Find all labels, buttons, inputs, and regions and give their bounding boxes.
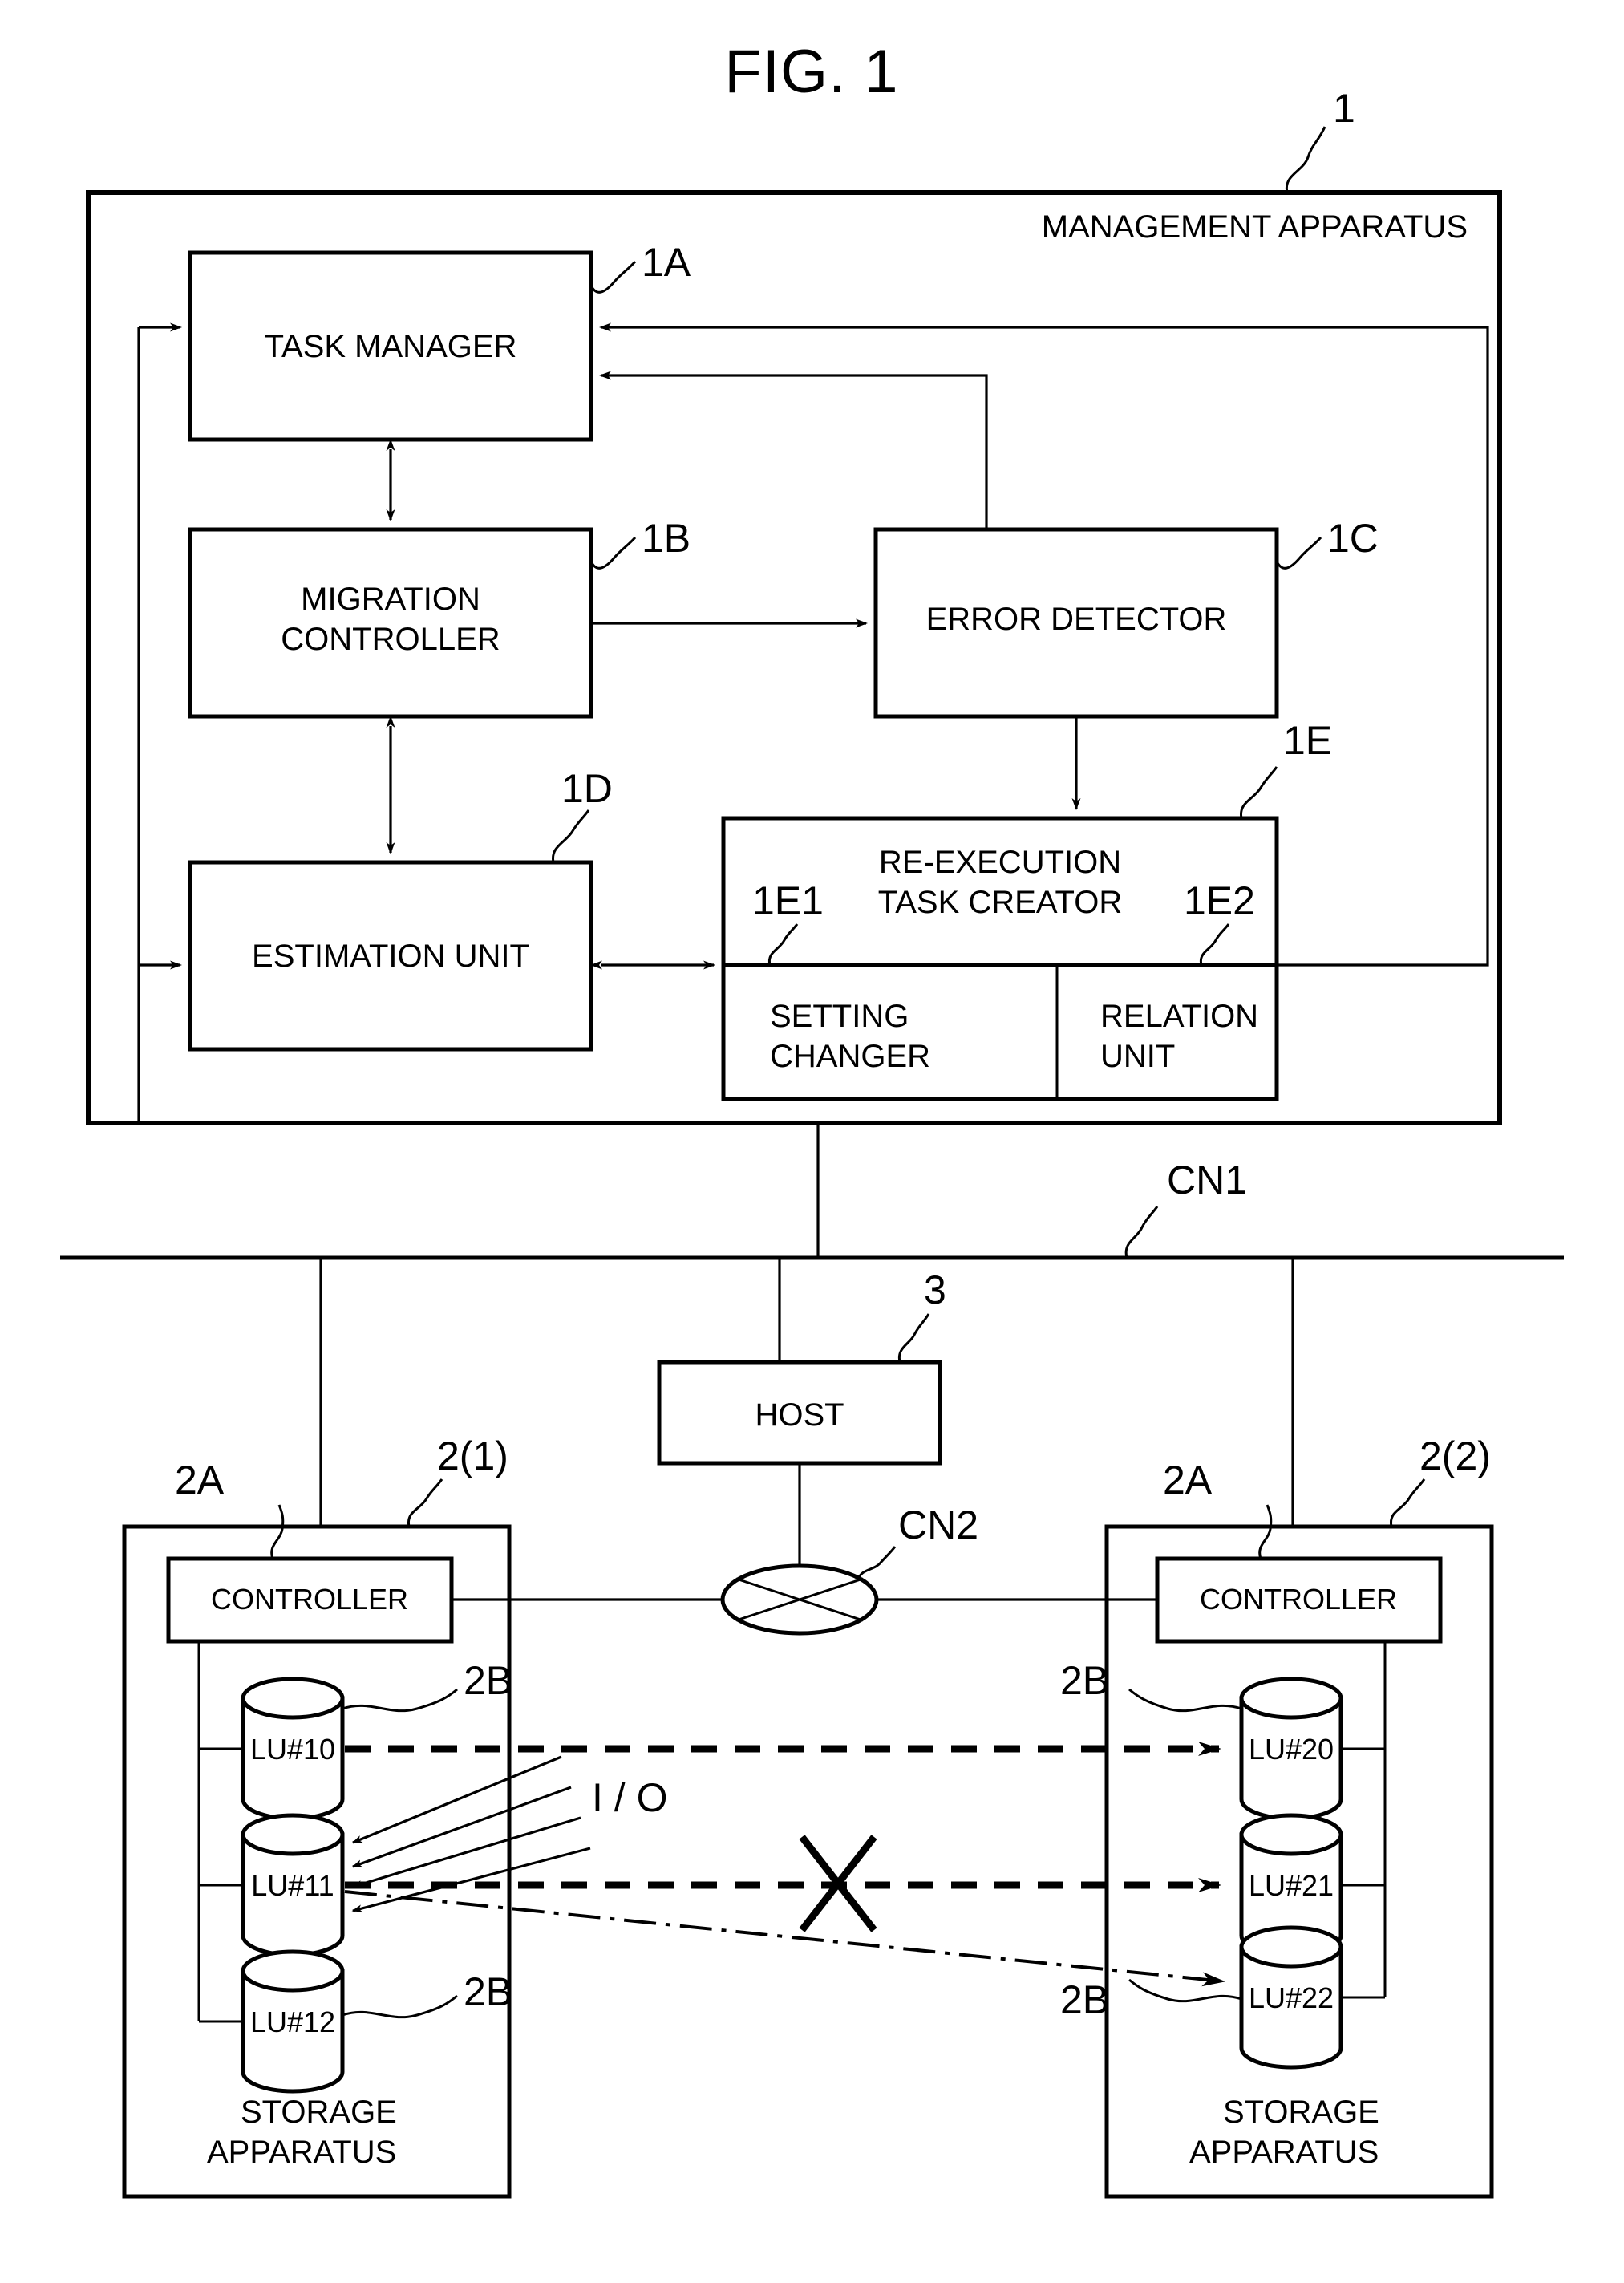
- figure-root: FIG. 1 MANAGEMENT APPARATUS 1 TASK MANAG…: [0, 0, 1624, 2283]
- left-ref-2B-top: 2B: [464, 1658, 512, 1703]
- left-ref-2B-bottom: 2B: [464, 1969, 512, 2014]
- left-lu-1: LU#11: [241, 1813, 345, 1957]
- ref-1E2: 1E2: [1184, 878, 1255, 923]
- estimation-unit-label: ESTIMATION UNIT: [252, 939, 529, 974]
- ref-1C: 1C: [1327, 516, 1379, 561]
- right-ref-2A: 2A: [1163, 1458, 1213, 1502]
- task-manager-label: TASK MANAGER: [265, 329, 517, 364]
- right-ref-2B-bottom-leader: [1128, 1978, 1242, 2003]
- ref-1E-leader: [1240, 766, 1278, 819]
- left-ref-2A-leader: [270, 1504, 285, 1559]
- left-lu-2-label: LU#12: [250, 2005, 335, 2038]
- right-lu-2: LU#22: [1239, 1925, 1343, 2070]
- ref-1B: 1B: [642, 516, 691, 561]
- left-lu-1-label: LU#11: [251, 1869, 334, 1902]
- ref-1C-leader: [1275, 536, 1322, 570]
- cn1-leader: [1124, 1206, 1159, 1259]
- ref-1-leader: [1285, 126, 1326, 193]
- right-lu-1-label: LU#21: [1249, 1869, 1334, 1902]
- left-ref-2A: 2A: [175, 1458, 225, 1502]
- ref-1E1: 1E1: [752, 878, 824, 923]
- right-controller-label: CONTROLLER: [1200, 1583, 1397, 1616]
- ref-1E2-leader: [1199, 923, 1230, 966]
- conn-errordetector-taskmanager: [599, 371, 988, 529]
- setting-changer-label-line1: SETTING: [770, 999, 909, 1034]
- cn2-leader: [857, 1546, 897, 1581]
- cn2-label: CN2: [898, 1502, 978, 1547]
- left-storage-apparatus-label-line1: STORAGE: [241, 2094, 397, 2130]
- left-ref-2B-top-leader: [342, 1688, 458, 1713]
- right-ref-2A-leader: [1258, 1504, 1273, 1559]
- ref-3-leader: [897, 1313, 930, 1363]
- left-lu-2: LU#12: [241, 1949, 345, 2094]
- right-lu-0: LU#20: [1239, 1677, 1343, 1821]
- ref-1E: 1E: [1283, 718, 1332, 763]
- right-storage-apparatus-label-line2: APPARATUS: [1189, 2135, 1379, 2170]
- host-label: HOST: [755, 1397, 844, 1433]
- ref-1E1-leader: [767, 923, 799, 966]
- right-lu-2-label: LU#22: [1249, 1981, 1334, 2014]
- setting-changer-label-line2: CHANGER: [770, 1039, 930, 1074]
- migration-controller-label-line1: MIGRATION: [301, 582, 480, 617]
- management-apparatus-label: MANAGEMENT APPARATUS: [1042, 209, 1468, 245]
- right-ref-2B-top: 2B: [1060, 1658, 1109, 1703]
- ref-1: 1: [1333, 86, 1355, 131]
- right-storage-apparatus-label-line1: STORAGE: [1223, 2094, 1379, 2130]
- ref-1D: 1D: [561, 766, 613, 811]
- ref-1D-leader: [552, 809, 590, 863]
- right-ref-2B-bottom: 2B: [1060, 1977, 1109, 2022]
- re-execution-task-creator-label-line2: TASK CREATOR: [878, 885, 1123, 920]
- relation-unit-label-line2: UNIT: [1100, 1039, 1175, 1074]
- ref-1A-leader: [589, 260, 637, 294]
- right-ref-2B-top-leader: [1128, 1688, 1242, 1713]
- ref-2-2: 2(2): [1419, 1433, 1491, 1478]
- right-lu-0-label: LU#20: [1249, 1733, 1334, 1766]
- ref-3: 3: [924, 1267, 946, 1312]
- left-lu-0-label: LU#10: [250, 1733, 335, 1766]
- migration-controller-label-line2: CONTROLLER: [281, 622, 500, 657]
- x-cross-failure-icon: [799, 1835, 877, 1932]
- migration-path-lu11-lu22-reexec: [344, 1890, 1225, 1987]
- left-ref-2B-bottom-leader: [342, 1994, 458, 2019]
- left-controller-label: CONTROLLER: [211, 1583, 408, 1616]
- left-lu-0: LU#10: [241, 1677, 345, 1821]
- figure-title: FIG. 1: [724, 38, 898, 106]
- ref-2-1-leader: [407, 1478, 443, 1527]
- patent-figure-canvas: FIG. 1 MANAGEMENT APPARATUS 1 TASK MANAG…: [60, 38, 1564, 2199]
- cn1-label: CN1: [1167, 1158, 1247, 1202]
- ref-2-2-leader: [1389, 1478, 1426, 1527]
- error-detector-label: ERROR DETECTOR: [926, 602, 1227, 637]
- re-execution-task-creator-label-line1: RE-EXECUTION: [879, 845, 1121, 880]
- ref-1A: 1A: [642, 240, 691, 285]
- ref-2-1: 2(1): [437, 1433, 508, 1478]
- io-label: I / O: [592, 1775, 667, 1820]
- relation-unit-label-line1: RELATION: [1100, 999, 1258, 1034]
- left-storage-apparatus-label-line2: APPARATUS: [207, 2135, 396, 2170]
- ref-1B-leader: [589, 536, 637, 570]
